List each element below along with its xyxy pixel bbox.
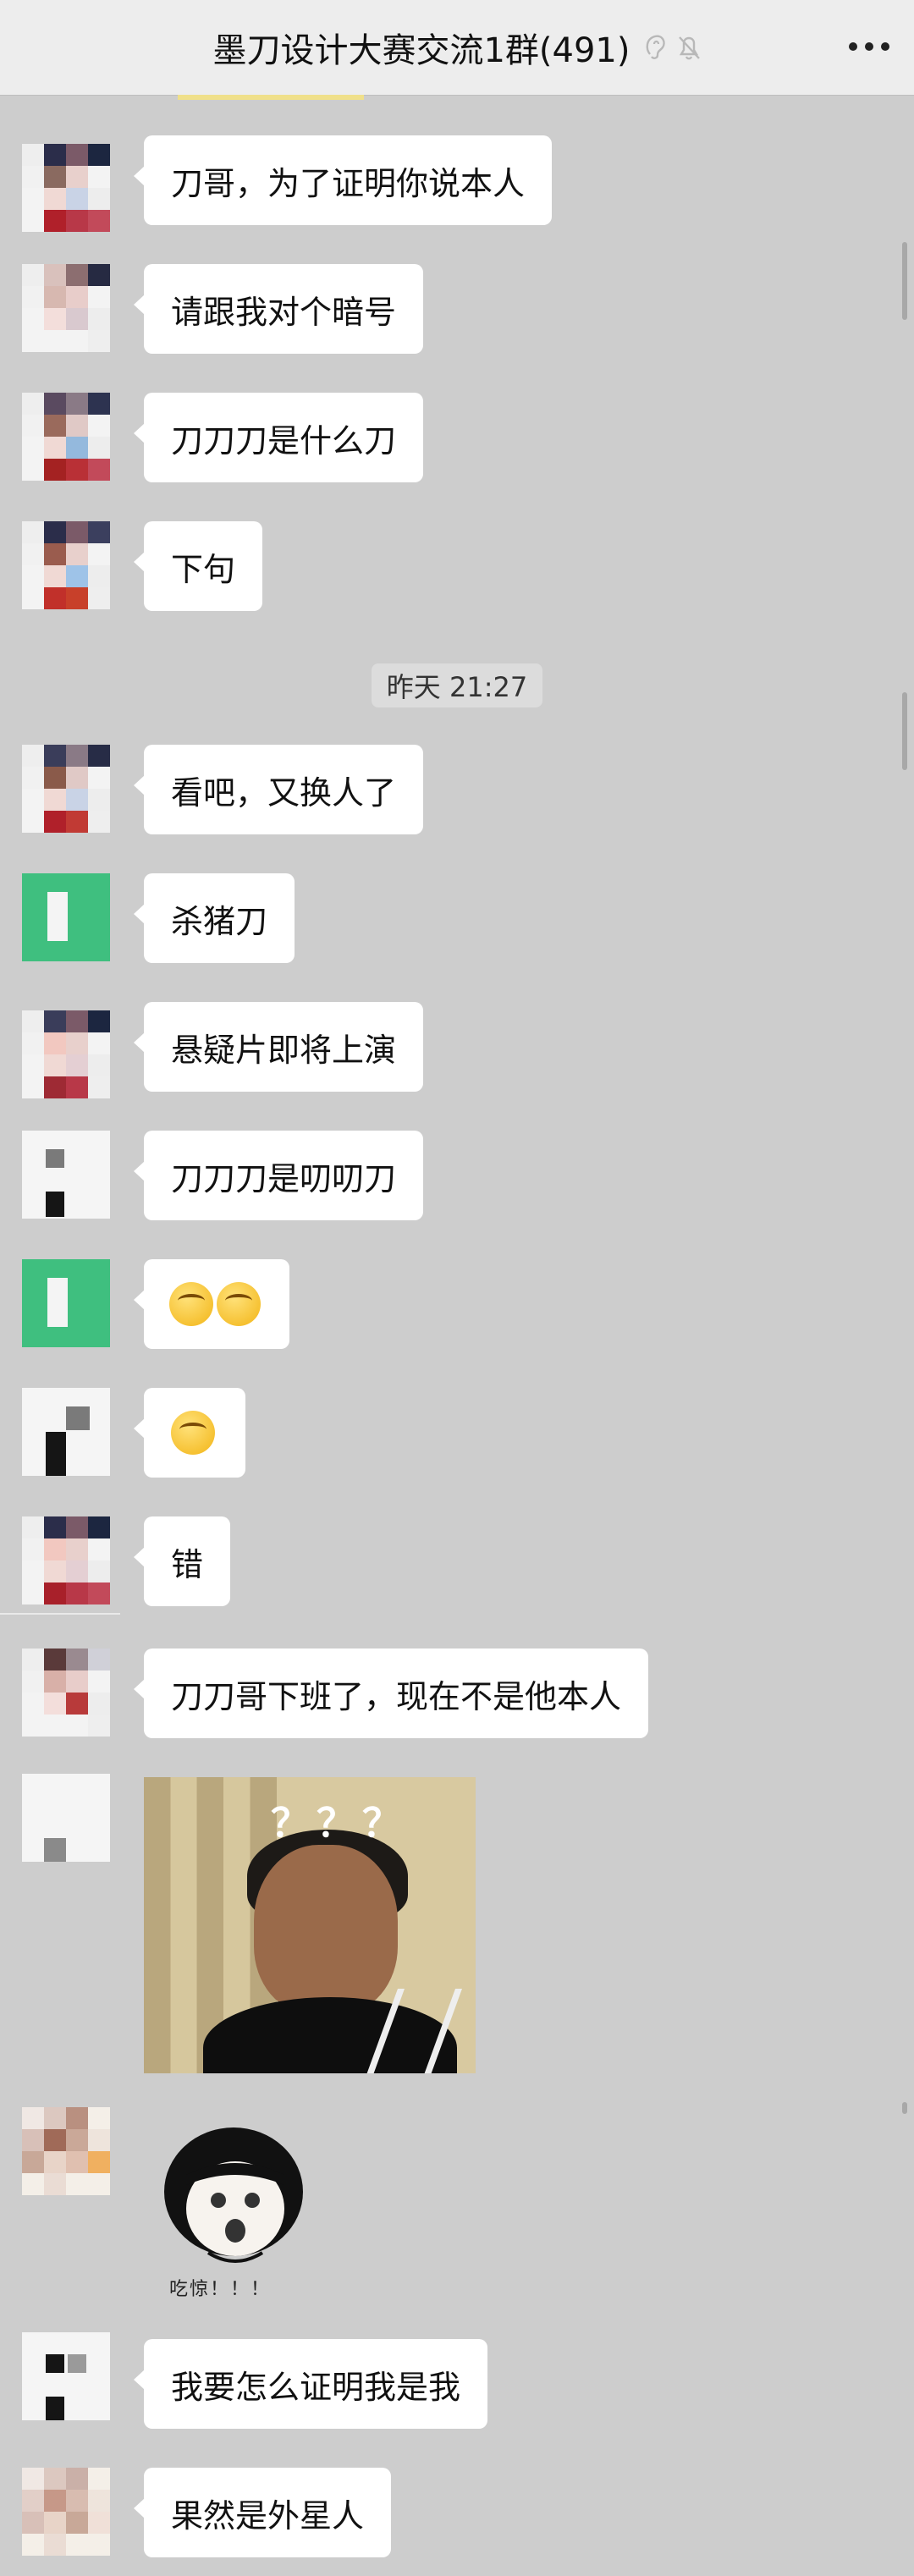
avatar[interactable] <box>22 1131 110 1219</box>
shocked-face-sticker[interactable]: 吃惊！！！ <box>157 2126 310 2300</box>
message-bubble[interactable]: 悬疑片即将上演 <box>133 1002 424 1092</box>
avatar[interactable] <box>22 1516 110 1604</box>
message-bubble[interactable]: 刀刀刀是什么刀 <box>133 393 424 482</box>
avatar[interactable] <box>22 873 110 961</box>
emoji-message-bubble[interactable] <box>134 1388 245 1478</box>
message-bubble[interactable]: 杀猪刀 <box>133 873 295 963</box>
avatar[interactable] <box>22 521 110 609</box>
emoji-message-bubble[interactable] <box>134 1259 289 1349</box>
message-bubble[interactable]: 下句 <box>133 521 263 611</box>
message-bubble[interactable]: 刀刀刀是叨叨刀 <box>133 1131 424 1220</box>
photo-face <box>254 1845 398 2014</box>
sticker-caption: 吃惊！！！ <box>169 2279 272 2300</box>
more-options-button[interactable] <box>846 25 892 68</box>
avatar[interactable] <box>22 264 110 352</box>
message-bubble[interactable]: 我要怎么证明我是我 <box>133 2339 488 2429</box>
message-bubble[interactable]: 刀刀哥下班了，现在不是他本人 <box>133 1649 649 1738</box>
avatar[interactable] <box>22 2468 110 2556</box>
avatar[interactable] <box>22 1388 110 1476</box>
avatar[interactable] <box>22 1649 110 1737</box>
message-bubble[interactable]: 请跟我对个暗号 <box>133 264 424 354</box>
divider <box>0 1613 120 1615</box>
ear-icon <box>646 35 665 59</box>
message-bubble[interactable]: 果然是外星人 <box>133 2468 392 2557</box>
scroll-indicator[interactable] <box>902 242 907 320</box>
avatar[interactable] <box>22 745 110 833</box>
avatar[interactable] <box>22 2107 110 2195</box>
scroll-indicator[interactable] <box>902 692 907 770</box>
smirk-emoji-icon <box>169 1282 213 1326</box>
smirk-emoji-icon <box>171 1411 215 1455</box>
shocked-face-icon <box>164 2127 303 2263</box>
message-bubble[interactable]: 错 <box>133 1516 231 1606</box>
chat-title[interactable]: 墨刀设计大赛交流1群(491) <box>212 23 630 72</box>
more-icon <box>849 42 889 51</box>
scroll-indicator[interactable] <box>902 2102 907 2114</box>
message-bubble[interactable]: 看吧，又换人了 <box>133 745 424 834</box>
question-marks: ？？？ <box>271 1800 408 1846</box>
timestamp: 昨天 21:27 <box>372 663 542 707</box>
partial-previous-message <box>178 95 364 100</box>
header-status-icons <box>642 32 702 63</box>
avatar[interactable] <box>22 1010 110 1098</box>
message-bubble[interactable]: 刀哥，为了证明你说本人 <box>133 135 553 225</box>
avatar[interactable] <box>22 1259 110 1347</box>
mute-bell-icon <box>678 36 700 60</box>
avatar[interactable] <box>22 1774 110 1862</box>
avatar[interactable] <box>22 144 110 232</box>
avatar[interactable] <box>22 393 110 481</box>
avatar[interactable] <box>22 2332 110 2420</box>
image-message[interactable]: ？？？ <box>144 1777 476 2073</box>
smirk-emoji-icon <box>217 1282 261 1326</box>
chat-header: 墨刀设计大赛交流1群(491) <box>0 0 914 96</box>
